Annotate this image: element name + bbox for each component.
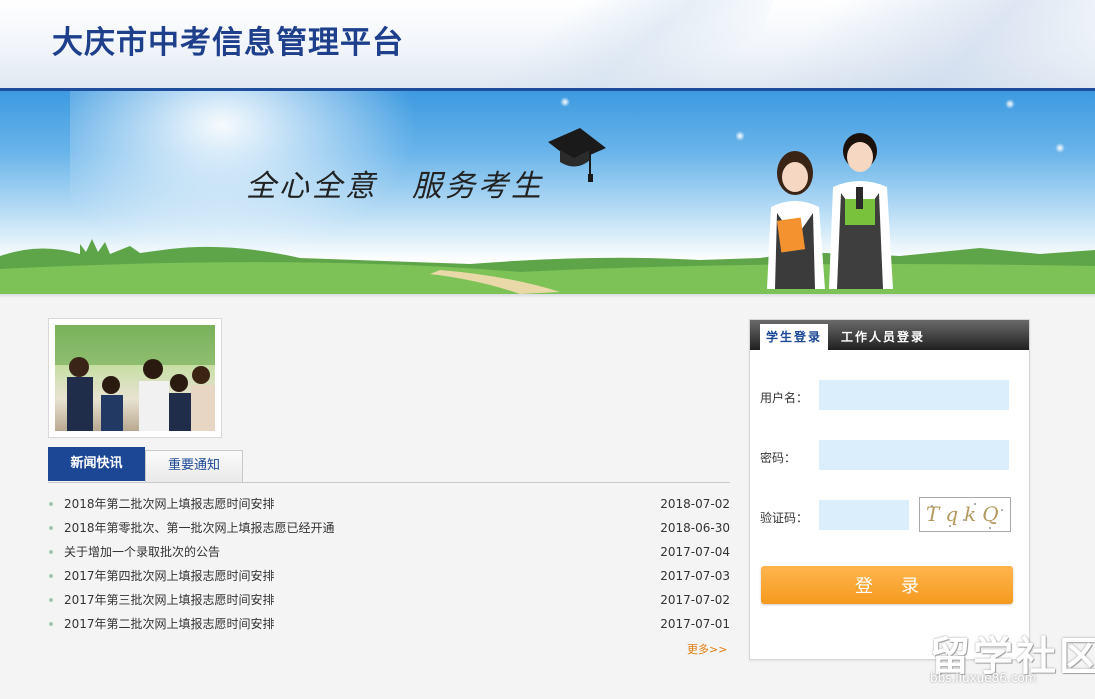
list-item: 2017年第三批次网上填报志愿时间安排 2017-07-02 xyxy=(48,590,730,614)
header-light-streak xyxy=(760,0,1095,88)
list-item: 2018年第零批次、第一批次网上填报志愿已经开通 2018-06-30 xyxy=(48,518,730,542)
hero-banner: 全心全意 服务考生 xyxy=(0,91,1095,294)
captcha-text: TqkQ xyxy=(926,502,1005,526)
news-date: 2017-07-04 xyxy=(660,545,730,559)
news-date: 2017-07-02 xyxy=(660,593,730,607)
banner-shadow xyxy=(0,294,1095,298)
captcha-label: 验证码： xyxy=(760,511,809,525)
news-link[interactable]: 2018年第零批次、第一批次网上填报志愿已经开通 xyxy=(64,518,335,538)
bullet-icon xyxy=(49,622,53,626)
header-light-streak xyxy=(443,0,777,88)
slogan-left: 全心全意 xyxy=(246,169,378,204)
password-field[interactable] xyxy=(819,440,1009,470)
news-link[interactable]: 关于增加一个录取批次的公告 xyxy=(64,542,220,562)
more-news-link[interactable]: 更多>> xyxy=(687,641,727,657)
login-button[interactable]: 登录 xyxy=(761,566,1013,604)
students-photo xyxy=(48,318,222,438)
students-photo-image xyxy=(55,325,215,431)
captcha-image[interactable]: TqkQ xyxy=(919,497,1011,532)
username-field[interactable] xyxy=(819,380,1009,410)
news-date: 2018-07-02 xyxy=(660,497,730,511)
news-date: 2017-07-03 xyxy=(660,569,730,583)
news-link[interactable]: 2017年第三批次网上填报志愿时间安排 xyxy=(64,590,275,610)
site-header: 大庆市中考信息管理平台 xyxy=(0,0,1095,88)
bullet-icon xyxy=(49,502,53,506)
news-list: 2018年第二批次网上填报志愿时间安排 2018-07-02 2018年第零批次… xyxy=(48,494,730,638)
students-illustration xyxy=(767,133,893,289)
password-label: 密码： xyxy=(760,451,797,465)
news-date: 2017-07-01 xyxy=(660,617,730,631)
bullet-icon xyxy=(49,550,53,554)
news-link[interactable]: 2017年第二批次网上填报志愿时间安排 xyxy=(64,614,275,634)
banner-slogan: 全心全意 服务考生 xyxy=(246,161,544,205)
tab-staff-login[interactable]: 工作人员登录 xyxy=(841,324,925,350)
site-title: 大庆市中考信息管理平台 xyxy=(52,25,404,61)
news-link[interactable]: 2018年第二批次网上填报志愿时间安排 xyxy=(64,494,275,514)
news-date: 2018-06-30 xyxy=(660,521,730,535)
list-item: 2017年第四批次网上填报志愿时间安排 2017-07-03 xyxy=(48,566,730,590)
captcha-field[interactable] xyxy=(819,500,909,530)
login-tabs: 学生登录 工作人员登录 xyxy=(750,320,1029,350)
sparkle xyxy=(1055,143,1065,153)
grass-hills xyxy=(0,239,1095,294)
tab-student-login[interactable]: 学生登录 xyxy=(760,324,828,350)
news-tabs: 新闻快讯 重要通知 xyxy=(48,447,730,483)
login-panel: 学生登录 工作人员登录 用户名： 密码： 验证码： TqkQ 登录 xyxy=(749,319,1030,660)
bullet-icon xyxy=(49,526,53,530)
tab-news[interactable]: 新闻快讯 xyxy=(48,447,145,481)
graduation-cap-icon xyxy=(548,128,606,182)
tab-notices[interactable]: 重要通知 xyxy=(145,450,243,482)
list-item: 2017年第二批次网上填报志愿时间安排 2017-07-01 xyxy=(48,614,730,638)
slogan-right: 服务考生 xyxy=(412,169,544,204)
bullet-icon xyxy=(49,574,53,578)
sparkle xyxy=(560,97,570,107)
list-item: 关于增加一个录取批次的公告 2017-07-04 xyxy=(48,542,730,566)
bullet-icon xyxy=(49,598,53,602)
sparkle xyxy=(735,131,745,141)
watermark-url: bbs.liuxue86.com xyxy=(930,671,1037,685)
username-label: 用户名： xyxy=(760,391,809,405)
list-item: 2018年第二批次网上填报志愿时间安排 2018-07-02 xyxy=(48,494,730,518)
news-link[interactable]: 2017年第四批次网上填报志愿时间安排 xyxy=(64,566,275,586)
sparkle xyxy=(1005,99,1015,109)
